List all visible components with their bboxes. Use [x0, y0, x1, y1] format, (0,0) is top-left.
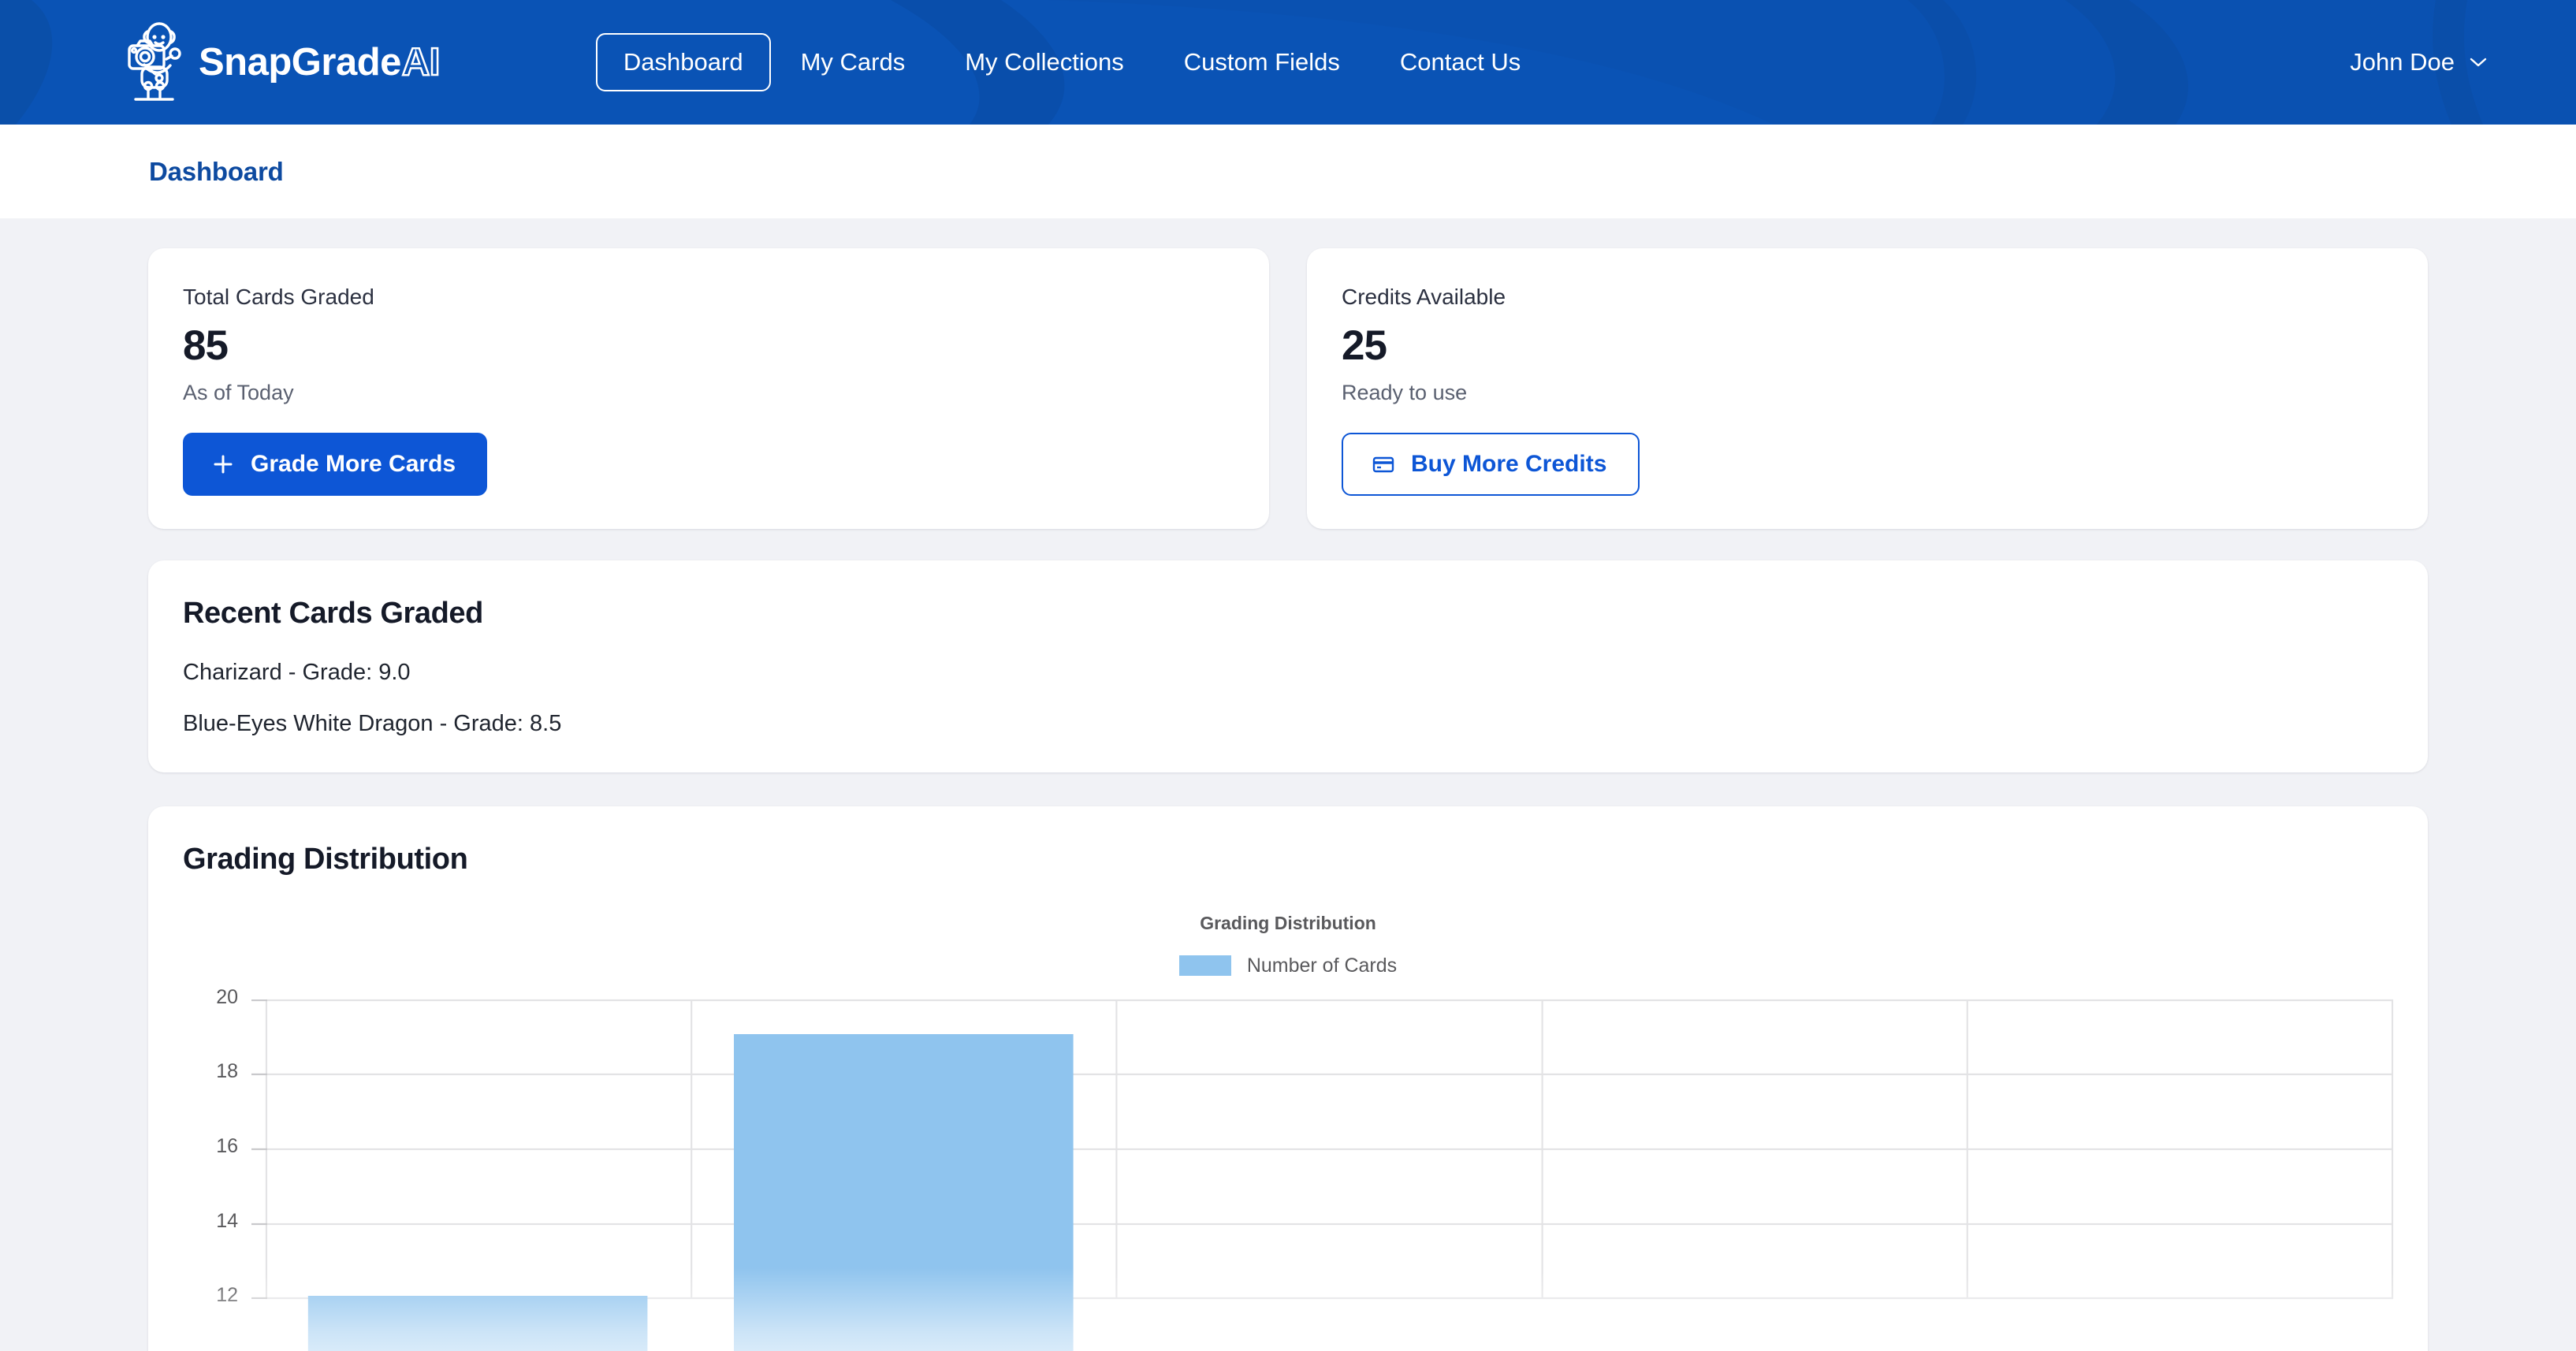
nav-item-dashboard[interactable]: Dashboard [595, 33, 771, 91]
chart-plot-area: 20 18 16 14 12 [216, 986, 2394, 1351]
bar-category-2 [734, 1033, 1074, 1351]
grade-more-cards-button[interactable]: Grade More Cards [183, 432, 488, 496]
brand-name-primary: SnapGrade [199, 40, 401, 84]
chart-y-axis: 20 18 16 14 12 [183, 986, 252, 1306]
y-tick-20: 20 [216, 985, 238, 1008]
total-cards-graded-label: Total Cards Graded [183, 285, 374, 309]
chart-svg [265, 999, 2394, 1351]
chart-legend: Number of Cards [183, 955, 2393, 977]
y-tick-16: 16 [216, 1134, 238, 1157]
breadcrumb-bar: Dashboard [0, 125, 2576, 218]
main-nav: Dashboard My Cards My Collections Custom… [595, 33, 1550, 91]
recent-cards-graded-title: Recent Cards Graded [183, 596, 483, 630]
chart-y-tick-marks [251, 999, 267, 1299]
legend-swatch-number-of-cards [1178, 955, 1231, 977]
credits-available-value: 25 [1342, 322, 1387, 370]
breadcrumb: Dashboard [149, 156, 284, 186]
total-cards-graded-sub: As of Today [183, 380, 294, 404]
y-tick-18: 18 [216, 1059, 238, 1082]
bar-category-1 [307, 1295, 648, 1351]
page-content: Total Cards Graded 85 As of Today Grade … [0, 218, 2576, 1351]
credits-available-label: Credits Available [1342, 285, 1506, 309]
brand-text: SnapGrade AI [199, 40, 441, 84]
y-tick-12: 12 [216, 1283, 238, 1306]
nav-item-custom-fields[interactable]: Custom Fields [1154, 33, 1370, 91]
user-menu[interactable]: John Doe [2350, 48, 2529, 76]
chart-title: Grading Distribution [1200, 912, 1376, 933]
grading-distribution-title: Grading Distribution [183, 842, 468, 876]
user-name: John Doe [2350, 48, 2455, 76]
chevron-down-icon [2470, 58, 2487, 67]
plus-icon [214, 455, 233, 474]
credits-available-card: Credits Available 25 Ready to use Buy Mo… [1307, 248, 2428, 529]
nav-item-my-cards[interactable]: My Cards [771, 33, 936, 91]
credit-card-icon [1372, 456, 1394, 473]
recent-cards-graded-panel: Recent Cards Graded Charizard - Grade: 9… [148, 560, 2428, 772]
list-item: Blue-Eyes White Dragon - Grade: 8.5 [183, 711, 562, 737]
list-item: Charizard - Grade: 9.0 [183, 659, 411, 685]
buy-more-credits-label: Buy More Credits [1411, 450, 1607, 477]
nav-item-my-collections[interactable]: My Collections [935, 33, 1154, 91]
total-cards-graded-card: Total Cards Graded 85 As of Today Grade … [148, 248, 1269, 529]
brand-name-secondary: AI [401, 40, 441, 84]
top-navbar: SnapGrade AI Dashboard My Cards My Collec… [0, 0, 2576, 125]
chart-gridlines-horizontal [266, 999, 2393, 1299]
grading-distribution-chart: Grading Distribution Number of Cards 20 … [183, 912, 2394, 1351]
buy-more-credits-button[interactable]: Buy More Credits [1342, 432, 1640, 496]
total-cards-graded-value: 85 [183, 322, 229, 370]
nav-item-contact-us[interactable]: Contact Us [1370, 33, 1550, 91]
brand-logo[interactable]: SnapGrade AI [118, 21, 441, 103]
credits-available-sub: Ready to use [1342, 380, 1468, 404]
legend-label-number-of-cards[interactable]: Number of Cards [1247, 955, 1397, 977]
y-tick-14: 14 [216, 1209, 238, 1232]
stat-card-row: Total Cards Graded 85 As of Today Grade … [148, 248, 2428, 529]
grade-more-cards-label: Grade More Cards [251, 450, 456, 477]
robot-camera-icon [128, 22, 181, 101]
grading-distribution-panel: Grading Distribution Grading Distributio… [148, 806, 2428, 1351]
